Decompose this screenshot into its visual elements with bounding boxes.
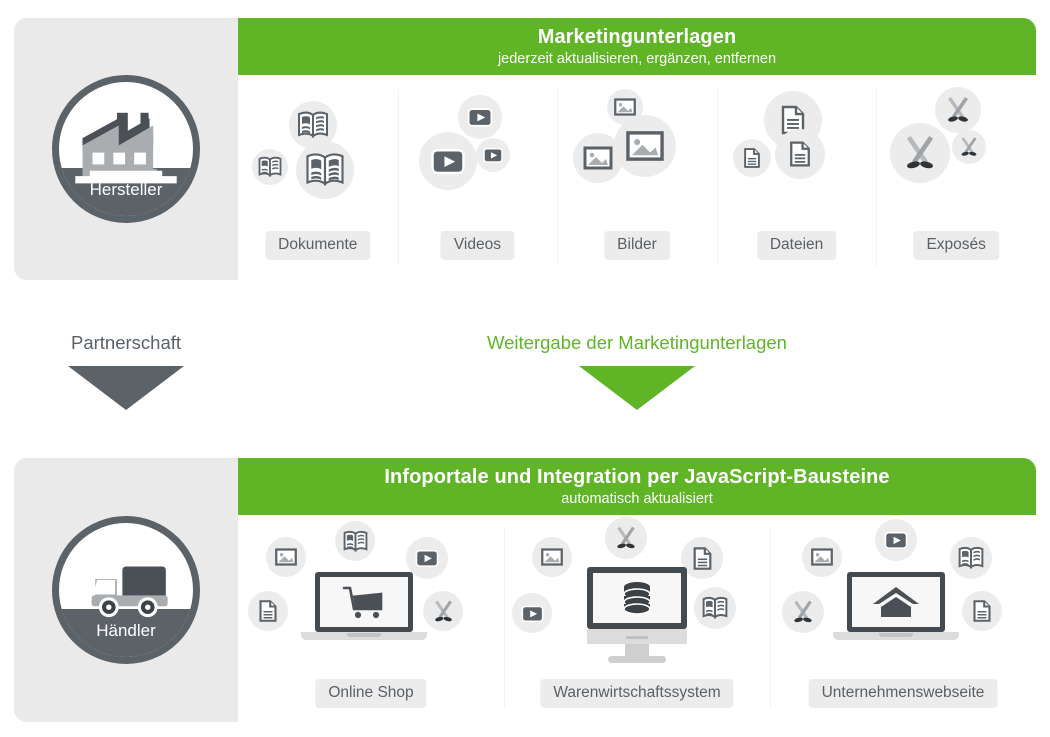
spotlight-icon — [605, 517, 647, 559]
group-label: Videos — [440, 231, 514, 260]
file-icon — [732, 139, 771, 177]
video-play-icon — [457, 95, 502, 139]
database-icon — [623, 582, 651, 615]
material-group-dateien[interactable]: Dateien — [716, 75, 877, 280]
partnership-label: Partnerschaft — [70, 332, 182, 353]
group-label: Online Shop — [315, 679, 427, 708]
monitor-chin — [587, 629, 687, 644]
material-group-exposes[interactable]: Exposés — [876, 75, 1036, 280]
material-group-videos[interactable]: Videos — [397, 75, 558, 280]
image-icon — [266, 537, 306, 577]
distribution-label: Weitergabe der Marketingunterlagen — [487, 332, 787, 353]
band-subtitle: automatisch aktualisiert — [561, 490, 713, 507]
distribution-arrow-cell: Weitergabe der Marketingunterlagen — [238, 332, 1036, 410]
infoportals-band: Infoportale und Integration per JavaScri… — [238, 458, 1036, 515]
down-arrow-green — [579, 366, 695, 410]
diagram-root: Hersteller Marketingunterlagen jederzeit… — [0, 0, 1050, 737]
marketing-materials-band: Marketingunterlagen jederzeit aktualisie… — [238, 18, 1036, 75]
material-groups: Dokumente Videos Bilder Dateien Exposés — [238, 75, 1036, 280]
transition-row: Partnerschaft Weitergabe der Marketingun… — [0, 296, 1050, 436]
monitor-database — [587, 567, 687, 663]
laptop-base — [833, 632, 959, 640]
laptop-base — [301, 632, 427, 640]
video-play-icon — [875, 519, 917, 561]
dealer-panel: Händler Infoportale und Integration per … — [14, 458, 1036, 722]
laptop-notch — [879, 633, 913, 637]
manufacturer-content: Marketingunterlagen jederzeit aktualisie… — [238, 18, 1036, 280]
band-subtitle: jederzeit aktualisieren, ergänzen, entfe… — [497, 50, 777, 67]
monitor-led — [626, 636, 648, 639]
laptop-house — [833, 572, 959, 640]
monitor-foot — [608, 656, 666, 663]
laptop-shopping-cart — [301, 572, 427, 640]
video-play-icon — [512, 593, 552, 633]
channel-groups: Online Shop Warenwirtschaftssystem Unter… — [238, 515, 1036, 722]
video-play-icon — [418, 132, 477, 190]
dealer-content: Infoportale und Integration per JavaScri… — [238, 458, 1036, 722]
down-arrow-gray — [68, 366, 184, 410]
group-label: Dokumente — [265, 231, 371, 260]
partnership-arrow-cell: Partnerschaft — [14, 332, 238, 410]
manufacturer-badge: Hersteller — [52, 75, 200, 223]
band-title: Infoportale und Integration per JavaScri… — [384, 465, 890, 488]
dealer-actor-column: Händler — [14, 458, 238, 722]
laptop-screen — [847, 572, 945, 632]
group-label: Warenwirtschaftssystem — [540, 679, 734, 708]
shopping-cart-icon — [342, 586, 383, 619]
book-icon — [296, 141, 354, 199]
image-icon — [614, 115, 677, 177]
channel-group-online-shop[interactable]: Online Shop — [238, 515, 504, 722]
material-group-dokumente[interactable]: Dokumente — [238, 75, 398, 280]
material-group-bilder[interactable]: Bilder — [557, 75, 717, 280]
video-play-icon — [475, 138, 510, 172]
manufacturer-label: Hersteller — [89, 180, 163, 199]
book-icon — [335, 521, 375, 561]
file-icon — [962, 591, 1002, 631]
house-icon — [873, 587, 919, 617]
laptop-notch — [347, 633, 381, 637]
book-icon — [694, 587, 736, 629]
book-icon — [252, 149, 288, 185]
manufacturer-panel: Hersteller Marketingunterlagen jederzeit… — [14, 18, 1036, 280]
monitor-screen — [587, 567, 687, 629]
image-icon — [532, 537, 572, 577]
group-label: Unternehmenswebseite — [808, 679, 998, 708]
band-title: Marketingunterlagen — [537, 25, 737, 48]
group-label: Bilder — [604, 231, 670, 260]
group-label: Exposés — [913, 231, 999, 260]
channel-group-warenwirtschaftssystem[interactable]: Warenwirtschaftssystem — [504, 515, 770, 722]
spotlight-icon — [890, 123, 951, 183]
image-icon — [802, 537, 842, 577]
group-label: Dateien — [756, 231, 837, 260]
spotlight-icon — [423, 591, 463, 631]
monitor-neck — [625, 644, 649, 656]
manufacturer-actor-column: Hersteller — [14, 18, 238, 280]
file-icon — [681, 537, 723, 579]
spotlight-icon — [935, 87, 982, 133]
file-icon — [248, 591, 288, 631]
file-icon — [774, 129, 825, 179]
spotlight-icon — [952, 130, 987, 164]
spotlight-icon — [782, 591, 824, 633]
dealer-badge: Händler — [52, 516, 200, 664]
dealer-label: Händler — [96, 621, 156, 640]
laptop-screen — [315, 572, 413, 632]
channel-group-unternehmenswebseite[interactable]: Unternehmenswebseite — [770, 515, 1036, 722]
